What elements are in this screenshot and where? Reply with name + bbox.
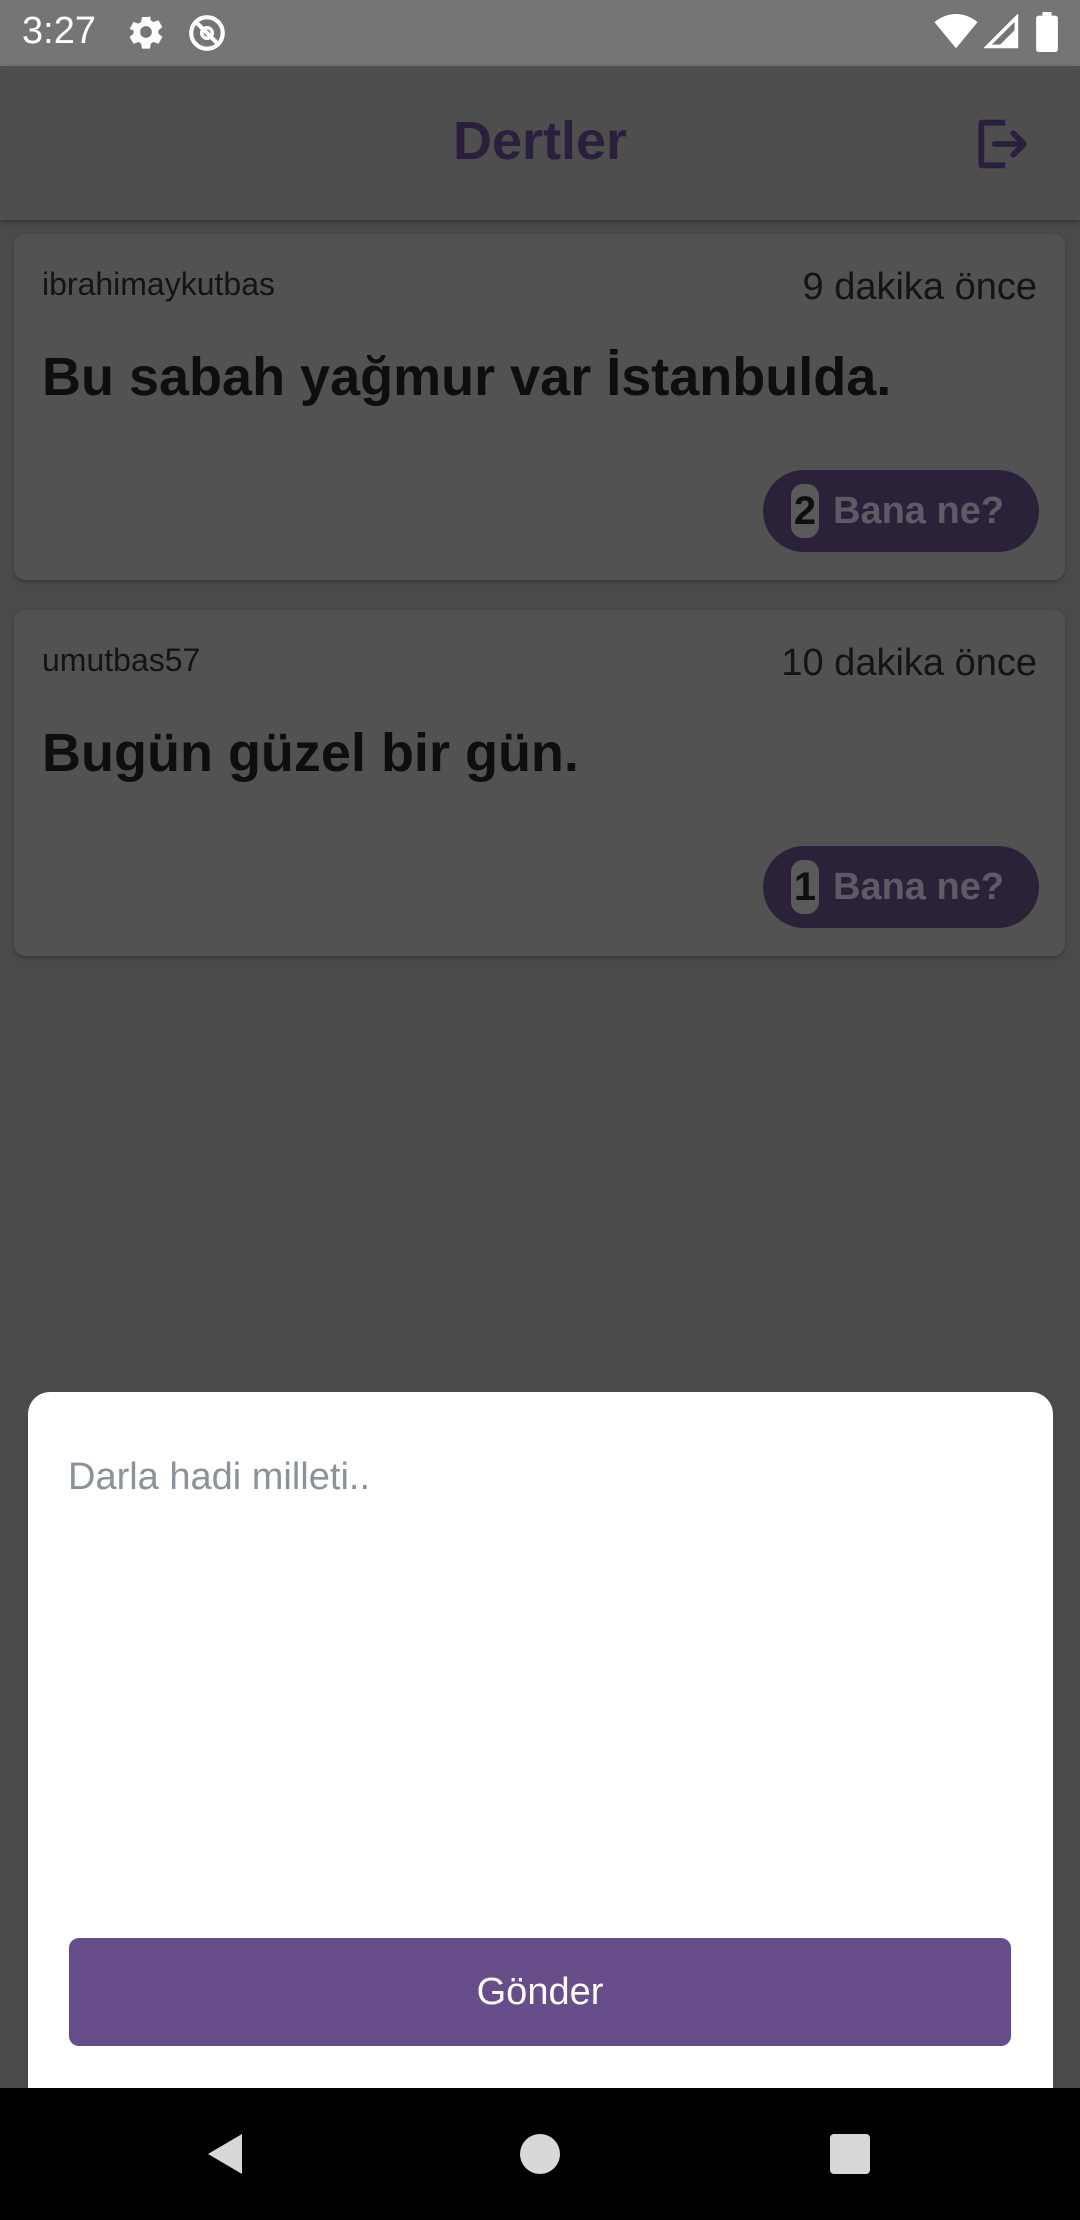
reaction-label: Bana ne?	[833, 490, 1005, 532]
reaction-count: 1	[791, 860, 819, 914]
do-not-disturb-icon	[186, 12, 228, 54]
post-username: ibrahimaykutbas	[42, 266, 275, 302]
home-icon	[520, 2134, 560, 2174]
post-card[interactable]: ibrahimaykutbas 9 dakika önce Bu sabah y…	[14, 234, 1065, 580]
logout-button[interactable]	[968, 112, 1032, 176]
home-button[interactable]	[516, 2130, 564, 2178]
bana-ne-button[interactable]: 1 Bana ne?	[763, 846, 1039, 928]
status-time: 3:27	[22, 10, 96, 52]
post-text: Bu sabah yağmur var İstanbulda.	[42, 347, 892, 407]
composer-sheet: Gönder	[28, 1392, 1053, 2088]
recents-button[interactable]	[826, 2130, 874, 2178]
system-nav-bar	[0, 2088, 1080, 2220]
reaction-label: Bana ne?	[833, 866, 1005, 908]
battery-icon	[1036, 12, 1058, 52]
send-button[interactable]: Gönder	[69, 1938, 1011, 2046]
back-button[interactable]	[202, 2130, 250, 2178]
app-header: Dertler	[0, 66, 1080, 220]
composer-input[interactable]	[68, 1456, 1008, 1836]
cell-signal-icon	[984, 14, 1020, 50]
recents-icon	[830, 2134, 870, 2174]
back-icon	[208, 2134, 242, 2174]
status-bar: 3:27	[0, 0, 1080, 66]
bana-ne-button[interactable]: 2 Bana ne?	[763, 470, 1039, 552]
post-text: Bugün güzel bir gün.	[42, 723, 579, 783]
page-title: Dertler	[452, 111, 628, 171]
wifi-icon	[934, 14, 978, 50]
post-time: 9 dakika önce	[802, 266, 1038, 308]
reaction-count: 2	[791, 484, 819, 538]
post-time: 10 dakika önce	[781, 642, 1037, 684]
post-card[interactable]: umutbas57 10 dakika önce Bugün güzel bir…	[14, 610, 1065, 956]
logout-icon	[978, 119, 1027, 169]
post-username: umutbas57	[42, 642, 201, 678]
settings-gear-icon	[126, 12, 166, 52]
